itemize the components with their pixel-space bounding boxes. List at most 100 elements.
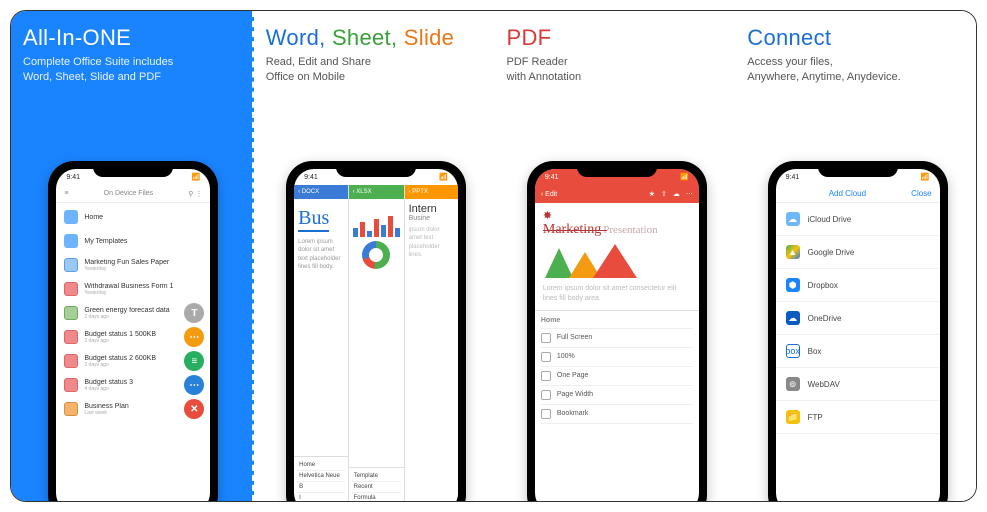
list-item[interactable]: Home [56,205,210,229]
bar-chart [353,207,400,237]
phone-screen: 9:41📶 ‹ DOCX Bus Lorem ipsum dolor sit a… [294,169,458,501]
doc-big-text: Bus [298,207,329,232]
close-badge[interactable]: ✕ [184,399,204,419]
menu-bookmark[interactable]: Bookmark [541,405,693,424]
menu-recent[interactable]: Recent [352,482,401,493]
pdf-icon [64,330,78,344]
zoom-icon [541,352,551,362]
phone-screen: 9:41📶 Add Cloud Close ☁iCloud Drive ▲Goo… [776,169,940,501]
panel-desc: PDF Reader with Annotation [507,55,728,85]
menu-page-width[interactable]: Page Width [541,386,693,405]
search-icon[interactable]: ⚲ ⋮ [188,190,202,198]
list-item[interactable]: Business PlanLast week✕ [56,397,210,421]
tab-word[interactable]: ‹ DOCX [294,185,348,199]
phone-notch [93,161,173,177]
width-icon [541,390,551,400]
panel-all-in-one: All-In-ONE Complete Office Suite include… [11,11,254,501]
style-bold[interactable]: B [297,482,345,493]
list-item[interactable]: Marketing Fun Sales PaperYesterday [56,253,210,277]
menu-zoom-100[interactable]: 100% [541,348,693,367]
panel-title: Word, Sheet, Slide [266,25,487,51]
area-chart [543,244,691,278]
phone-mock-connect: 9:41📶 Add Cloud Close ☁iCloud Drive ▲Goo… [768,161,948,501]
formula-menu: Template Recent Formula Logical Text [349,467,404,501]
bookmark-icon [541,409,551,419]
webdav-icon: ⊚ [786,377,800,391]
service-google-drive[interactable]: ▲Google Drive [776,236,940,269]
panel-title: Connect [747,25,968,51]
panel-desc: Access your files, Anywhere, Anytime, An… [747,55,968,85]
word-pane: ‹ DOCX Bus Lorem ipsum dolor sit amet te… [294,185,349,501]
list-item[interactable]: Budget status 1 500KB3 days ago⋯ [56,325,210,349]
service-onedrive[interactable]: ☁OneDrive [776,302,940,335]
service-dropbox[interactable]: ⬢Dropbox [776,269,940,302]
clock: 9:41 [66,174,80,181]
service-icloud[interactable]: ☁iCloud Drive [776,203,940,236]
pdf-icon [64,378,78,392]
pdf-view-menu: Home Full Screen 100% One Page Page Widt… [535,310,699,426]
ftp-icon: 📁 [786,410,800,424]
box-icon: box [786,344,800,358]
cloud-icon[interactable]: ☁ [673,190,680,198]
hamburger-icon[interactable]: ≡ [64,190,68,197]
avatar-badge: ⋯ [184,327,204,347]
panel-desc: Complete Office Suite includes Word, She… [23,55,244,85]
slide-title: Intern [409,203,455,215]
phone-mock-pdf: 9:41📶 ‹ Edit ★ ⇪ ☁ ⋯ ✸ MarketingPresenta… [527,161,707,501]
menu-formula[interactable]: Formula [352,493,401,501]
menu-one-page[interactable]: One Page [541,367,693,386]
tab-sheet[interactable]: ‹ XLSX [349,185,404,199]
phone-notch [577,161,657,177]
star-icon[interactable]: ★ [649,190,655,198]
tab-home[interactable]: Home [297,460,345,471]
tab-home[interactable]: Home [541,313,693,329]
add-cloud-header: Add Cloud Close [776,185,940,203]
panel-connect: Connect Access your files, Anywhere, Any… [735,11,976,501]
cloud-icon: ☁ [786,212,800,226]
list-item[interactable]: Budget status 2 600KB3 days ago≡ [56,349,210,373]
phone-screen: 9:41 📶 ≡ On Device Files ⚲ ⋮ Home My Tem… [56,169,210,501]
list-item[interactable]: Green energy forecast data2 days agoT [56,301,210,325]
donut-chart: 52% [362,241,390,269]
panel-word-sheet-slide: Word, Sheet, Slide Read, Edit and Share … [254,11,495,501]
folder-icon [64,210,78,224]
phone-notch [336,161,416,177]
header-title: Add Cloud [829,189,866,198]
dropbox-icon: ⬢ [786,278,800,292]
status-icons: 📶 [192,173,201,181]
panel-title: PDF [507,25,728,51]
pdf-page: ✸ MarketingPresentation Lorem ipsum dolo… [535,203,699,310]
onedrive-icon: ☁ [786,311,800,325]
format-toolbar: Home Helvetica Neue B I Underline One [294,456,348,501]
service-ftp[interactable]: 📁FTP [776,401,940,434]
share-badge: ≡ [184,351,204,371]
tab-slide[interactable]: ‹ PPTX [405,185,459,199]
fullscreen-icon [541,333,551,343]
more-icon[interactable]: ⋯ [686,190,693,198]
slide-sub: Busine [409,215,455,222]
panel-desc: Read, Edit and Share Office on Mobile [266,55,487,85]
back-button[interactable]: ‹ Edit [541,191,557,198]
gdrive-icon: ▲ [786,245,800,259]
close-button[interactable]: Close [911,189,931,198]
annotation-text: Presentation [603,224,657,236]
font-row[interactable]: Helvetica Neue [297,471,345,482]
list-item[interactable]: My Templates [56,229,210,253]
tab-template[interactable]: Template [352,471,401,482]
service-webdav[interactable]: ⊚WebDAV [776,368,940,401]
share-icon[interactable]: ⇪ [661,190,667,198]
sheet-icon [64,306,78,320]
avatar-badge: T [184,303,204,323]
app-showcase-frame: All-In-ONE Complete Office Suite include… [10,10,977,502]
phone-mock-files: 9:41 📶 ≡ On Device Files ⚲ ⋮ Home My Tem… [48,161,218,501]
file-list-header: ≡ On Device Files ⚲ ⋮ [56,185,210,203]
pdf-icon [64,354,78,368]
slide-pane: ‹ PPTX Intern Busine ipsum dolor amet te… [405,185,459,501]
service-box[interactable]: boxBox [776,335,940,368]
annotation-strikethrough: Marketing [543,222,601,238]
style-italic[interactable]: I [297,493,345,501]
list-item[interactable]: Budget status 34 days ago⋯ [56,373,210,397]
phone-mock-editor: 9:41📶 ‹ DOCX Bus Lorem ipsum dolor sit a… [286,161,466,501]
list-item[interactable]: Withdrawal Business Form 1Yesterday [56,277,210,301]
menu-full-screen[interactable]: Full Screen [541,329,693,348]
